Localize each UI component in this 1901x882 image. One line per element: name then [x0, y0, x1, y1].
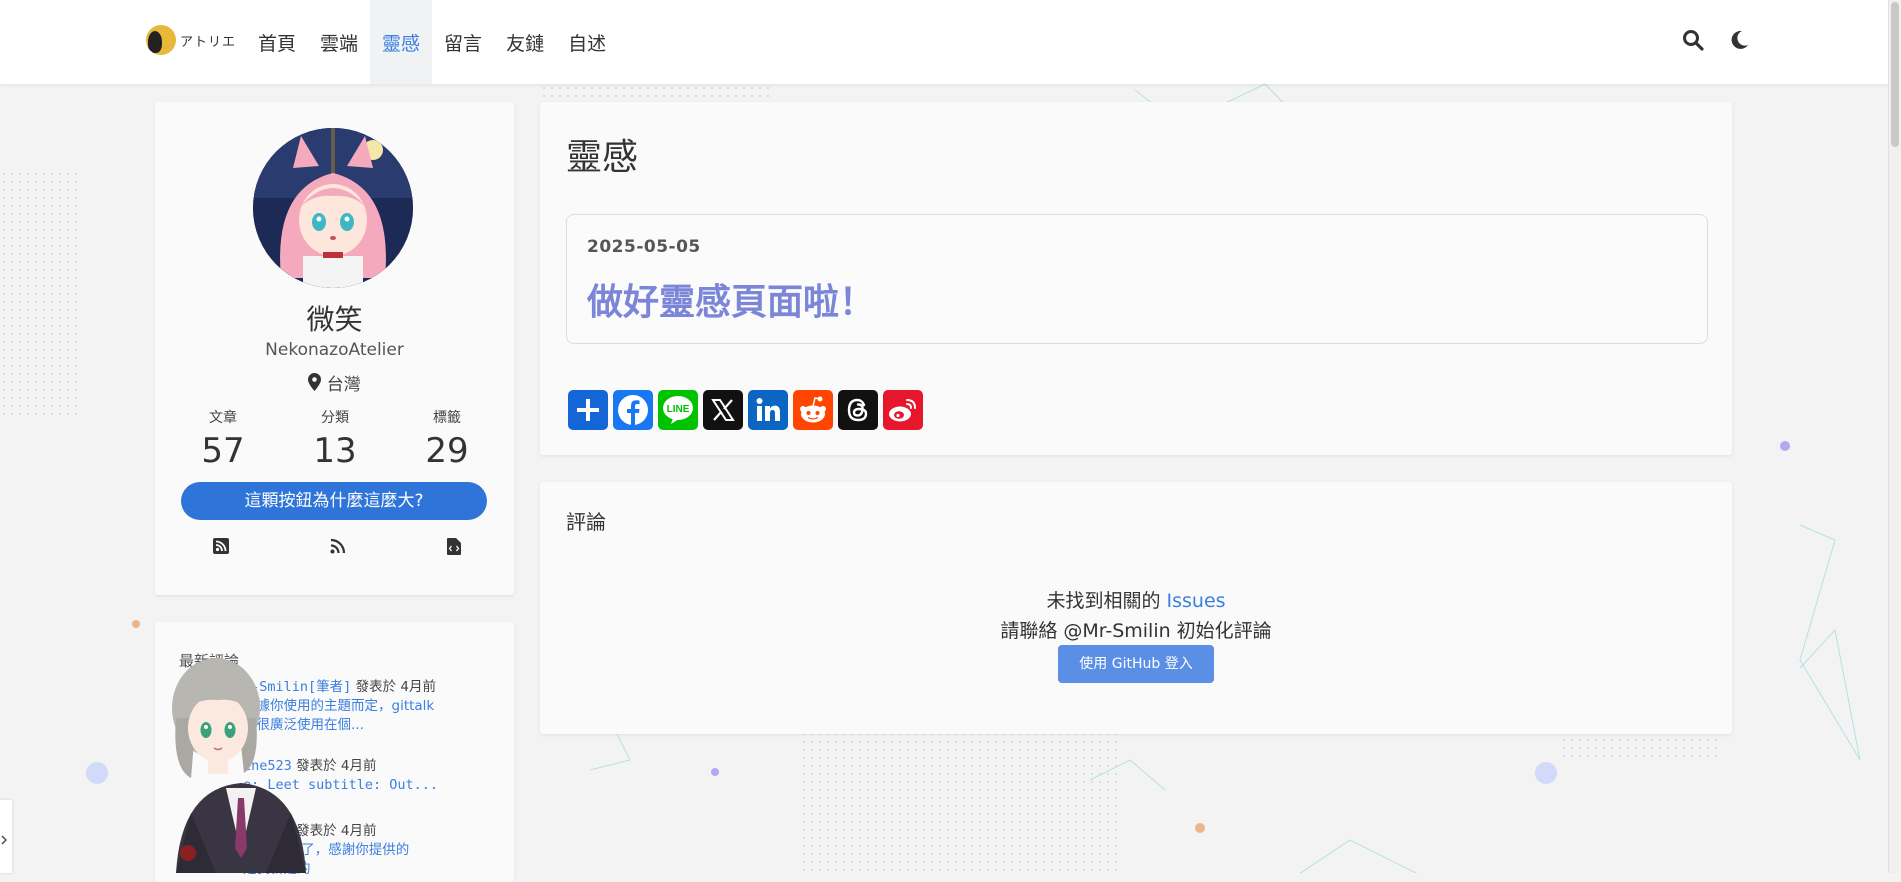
x-logo-icon — [711, 399, 735, 421]
rss-square-icon[interactable] — [213, 538, 229, 554]
post-date: 2025-05-05 — [587, 237, 701, 257]
stat-value: 29 — [425, 431, 469, 471]
share-x-button[interactable] — [703, 390, 743, 430]
share-threads-button[interactable] — [838, 390, 878, 430]
stat-categories[interactable]: 分類 13 — [295, 407, 375, 471]
side-toggle-tab[interactable] — [0, 800, 12, 873]
profile-card: 微笑 NekonazoAtelier 台灣 文章 57 分類 13 標籤 29 … — [155, 102, 514, 595]
share-add-button[interactable] — [568, 390, 608, 430]
reddit-icon — [800, 396, 826, 423]
rss-icon[interactable] — [330, 538, 346, 554]
post-entry[interactable]: 2025-05-05 做好靈感頁面啦！ — [566, 214, 1708, 344]
comments-title: 評論 — [566, 510, 606, 534]
profile-name: 微笑 — [306, 303, 363, 336]
profile-handle: NekonazoAtelier — [265, 340, 404, 360]
main-content-card: 靈感 2025-05-05 做好靈感頁面啦！ LINE — [540, 102, 1732, 455]
share-reddit-button[interactable] — [793, 390, 833, 430]
file-code-icon[interactable] — [447, 538, 461, 555]
avatar — [253, 128, 413, 288]
share-line-button[interactable]: LINE — [658, 390, 698, 430]
stat-tags[interactable]: 標籤 29 — [407, 407, 487, 471]
brand-text: アトリエ — [180, 34, 237, 50]
facebook-icon — [618, 395, 648, 425]
issues-not-found-prefix: 未找到相關的 — [1046, 590, 1167, 612]
search-icon[interactable] — [1681, 28, 1705, 52]
live2d-mascot[interactable] — [146, 648, 336, 873]
stat-label: 文章 — [209, 410, 237, 426]
post-title-link[interactable]: 做好靈感頁面啦！ — [587, 273, 875, 325]
comment-meta: 發表於 4月前 — [355, 679, 436, 695]
page-scrollbar[interactable] — [1888, 0, 1901, 873]
map-pin-icon — [308, 373, 322, 391]
plus-icon — [577, 399, 599, 421]
chevron-right-icon — [1, 835, 7, 845]
big-button[interactable]: 這顆按鈕為什麼這麼大? — [181, 482, 487, 520]
top-navbar: アトリエ 首頁 雲端 靈感 留言 友鏈 自述 — [0, 0, 1901, 84]
nav-item-cloud[interactable]: 雲端 — [308, 0, 370, 84]
profile-location: 台灣 — [155, 370, 514, 395]
stat-value: 57 — [201, 431, 245, 471]
share-facebook-button[interactable] — [613, 390, 653, 430]
comments-card: 評論 未找到相關的 Issues 請聯絡 @Mr-Smilin 初始化評論 使用… — [540, 482, 1732, 734]
nav-item-inspiration[interactable]: 靈感 — [370, 0, 433, 84]
nav-item-guestbook[interactable]: 留言 — [432, 0, 494, 84]
dark-mode-moon-icon[interactable] — [1727, 28, 1751, 52]
linkedin-icon — [756, 398, 780, 421]
stat-articles[interactable]: 文章 57 — [183, 407, 263, 471]
line-icon: LINE — [663, 396, 693, 424]
profile-stats: 文章 57 分類 13 標籤 29 — [183, 407, 487, 471]
share-linkedin-button[interactable] — [748, 390, 788, 430]
stat-label: 分類 — [321, 410, 349, 426]
nav-item-about[interactable]: 自述 — [556, 0, 618, 84]
share-buttons: LINE — [568, 390, 923, 430]
nav-menu: 首頁 雲端 靈感 留言 友鏈 自述 — [246, 0, 618, 84]
scrollbar-thumb[interactable] — [1891, 2, 1899, 147]
issues-link[interactable]: Issues — [1167, 590, 1226, 612]
threads-icon — [847, 398, 868, 422]
location-text: 台灣 — [326, 375, 361, 395]
profile-feed-links — [213, 538, 461, 555]
nav-item-home[interactable]: 首頁 — [246, 0, 308, 84]
page-title: 靈感 — [566, 137, 639, 178]
cat-logo-icon — [146, 25, 176, 55]
brand-logo-link[interactable]: アトリエ — [146, 25, 236, 55]
share-weibo-button[interactable] — [883, 390, 923, 430]
stat-label: 標籤 — [433, 410, 461, 426]
stat-value: 13 — [313, 431, 357, 471]
contact-init-text: 請聯絡 @Mr-Smilin 初始化評論 — [1000, 620, 1272, 642]
weibo-icon — [889, 399, 916, 422]
svg-text:LINE: LINE — [667, 404, 690, 415]
nav-item-links[interactable]: 友鏈 — [494, 0, 556, 84]
issues-not-found-text: 未找到相關的 Issues — [540, 586, 1732, 613]
github-login-button[interactable]: 使用 GitHub 登入 — [1058, 645, 1214, 683]
